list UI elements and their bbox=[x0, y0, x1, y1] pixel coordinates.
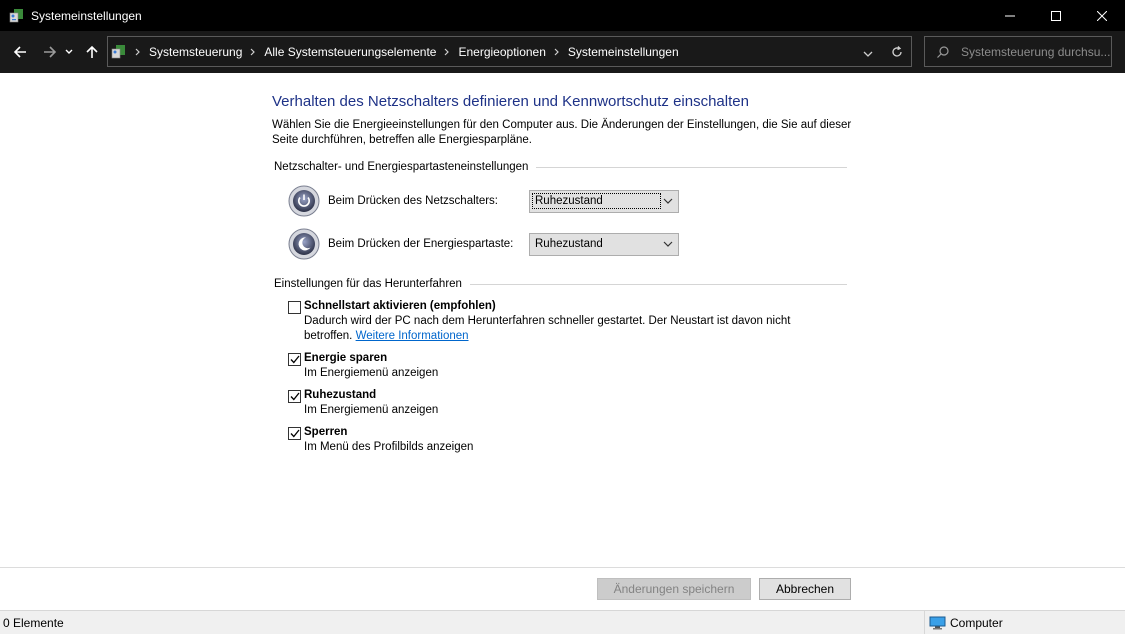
lock-description: Im Menü des Profilbilds anzeigen bbox=[304, 441, 474, 453]
lock-checkbox[interactable] bbox=[288, 427, 301, 440]
breadcrumb-separator-icon bbox=[135, 48, 141, 56]
minimize-icon bbox=[1005, 15, 1015, 16]
energy-saving-checkbox[interactable] bbox=[288, 353, 301, 366]
checkmark-icon bbox=[290, 392, 300, 401]
power-button-icon bbox=[288, 185, 320, 217]
search-input[interactable] bbox=[961, 44, 1111, 59]
sleep-button-select[interactable]: Ruhezustand bbox=[529, 232, 679, 256]
item-count: 0 Elemente bbox=[3, 616, 64, 630]
checkmark-icon bbox=[290, 355, 300, 364]
energy-saving-label[interactable]: Energie sparen bbox=[304, 352, 438, 364]
power-button-select[interactable]: Ruhezustand bbox=[529, 189, 679, 213]
window-title: Systemeinstellungen bbox=[31, 8, 142, 23]
chevron-down-icon bbox=[663, 241, 673, 247]
search-box[interactable] bbox=[924, 36, 1112, 67]
close-button[interactable] bbox=[1079, 0, 1125, 31]
arrow-left-icon bbox=[13, 46, 26, 58]
search-icon bbox=[937, 45, 949, 58]
power-button-setting: Beim Drücken des Netzschalters: Ruhezust… bbox=[288, 183, 852, 219]
fast-startup-checkbox[interactable] bbox=[288, 301, 301, 314]
status-bar: 0 Elemente Computer bbox=[0, 610, 1125, 634]
shutdown-section-title: Einstellungen für das Herunterfahren bbox=[274, 278, 462, 290]
fast-startup-option: Schnellstart aktivieren (empfohlen) Dadu… bbox=[288, 300, 852, 344]
computer-icon bbox=[929, 616, 946, 629]
sleep-button-icon bbox=[288, 228, 320, 260]
content-area: Verhalten des Netzschalters definieren u… bbox=[0, 73, 1125, 567]
lock-option: Sperren Im Menü des Profilbilds anzeigen bbox=[288, 426, 852, 455]
hibernate-option: Ruhezustand Im Energiemenü anzeigen bbox=[288, 389, 852, 418]
more-info-link[interactable]: Weitere Informationen bbox=[356, 330, 469, 342]
recent-locations-button[interactable] bbox=[62, 37, 76, 67]
sleep-button-setting: Beim Drücken der Energiespartaste: Ruhez… bbox=[288, 226, 852, 262]
up-button[interactable] bbox=[80, 37, 104, 67]
refresh-icon bbox=[892, 46, 902, 57]
breadcrumb-separator-icon bbox=[444, 48, 450, 56]
control-panel-icon bbox=[9, 8, 23, 22]
navigation-bar: Systemsteuerung Alle Systemsteuerungsele… bbox=[0, 31, 1125, 73]
breadcrumb-energieoptionen[interactable]: Energieoptionen bbox=[458, 45, 545, 59]
fast-startup-label[interactable]: Schnellstart aktivieren (empfohlen) bbox=[304, 300, 824, 312]
address-history-button[interactable] bbox=[863, 47, 873, 61]
close-icon bbox=[1097, 10, 1107, 21]
hibernate-description: Im Energiemenü anzeigen bbox=[304, 404, 439, 416]
section-divider bbox=[469, 283, 847, 285]
power-button-select-value: Ruhezustand bbox=[532, 193, 661, 209]
breadcrumb-systemsteuerung[interactable]: Systemsteuerung bbox=[149, 45, 242, 59]
breadcrumb-systemeinstellungen[interactable]: Systemeinstellungen bbox=[568, 45, 679, 59]
fast-startup-description: Dadurch wird der PC nach dem Herunterfah… bbox=[304, 314, 824, 344]
zone-label: Computer bbox=[950, 615, 1003, 630]
page-title: Verhalten des Netzschalters definieren u… bbox=[272, 93, 749, 110]
breadcrumb-separator-icon bbox=[554, 48, 560, 56]
energy-saving-option: Energie sparen Im Energiemenü anzeigen bbox=[288, 352, 852, 381]
page-description: Wählen Sie die Energieeinstellungen für … bbox=[272, 119, 852, 146]
address-bar[interactable]: Systemsteuerung Alle Systemsteuerungsele… bbox=[107, 36, 912, 67]
breadcrumb-alle-elemente[interactable]: Alle Systemsteuerungselemente bbox=[264, 45, 436, 59]
maximize-button[interactable] bbox=[1033, 0, 1079, 31]
checkmark-icon bbox=[290, 429, 300, 438]
power-section-title: Netzschalter- und Energiespartasteneinst… bbox=[274, 161, 529, 173]
energy-saving-description: Im Energiemenü anzeigen bbox=[304, 367, 439, 379]
arrow-up-icon bbox=[86, 45, 98, 58]
title-bar: Systemeinstellungen bbox=[0, 0, 1125, 31]
power-section-header: Netzschalter- und Energiespartasteneinst… bbox=[272, 161, 852, 173]
shutdown-section-header: Einstellungen für das Herunterfahren bbox=[272, 278, 852, 290]
maximize-icon bbox=[1051, 10, 1061, 21]
power-button-label: Beim Drücken des Netzschalters: bbox=[328, 195, 499, 207]
chevron-down-icon bbox=[863, 51, 873, 57]
save-changes-button[interactable]: Änderungen speichern bbox=[597, 578, 751, 600]
cancel-button[interactable]: Abbrechen bbox=[759, 578, 851, 600]
footer: Änderungen speichern Abbrechen bbox=[0, 567, 1125, 610]
back-button[interactable] bbox=[8, 37, 32, 67]
main-panel: Verhalten des Netzschalters definieren u… bbox=[272, 93, 852, 455]
hibernate-label[interactable]: Ruhezustand bbox=[304, 389, 438, 401]
forward-button[interactable] bbox=[38, 37, 62, 67]
chevron-down-icon bbox=[663, 198, 673, 204]
status-zone: Computer bbox=[924, 611, 1003, 634]
sleep-button-label: Beim Drücken der Energiespartaste: bbox=[328, 238, 514, 250]
control-panel-icon bbox=[111, 44, 125, 58]
breadcrumb-separator-icon bbox=[250, 48, 256, 56]
section-divider bbox=[536, 166, 847, 168]
sleep-button-select-value: Ruhezustand bbox=[535, 238, 603, 250]
minimize-button[interactable] bbox=[987, 0, 1033, 31]
hibernate-checkbox[interactable] bbox=[288, 390, 301, 403]
chevron-down-icon bbox=[65, 49, 73, 54]
arrow-right-icon bbox=[44, 46, 57, 58]
lock-label[interactable]: Sperren bbox=[304, 426, 473, 438]
refresh-button[interactable] bbox=[891, 45, 903, 61]
